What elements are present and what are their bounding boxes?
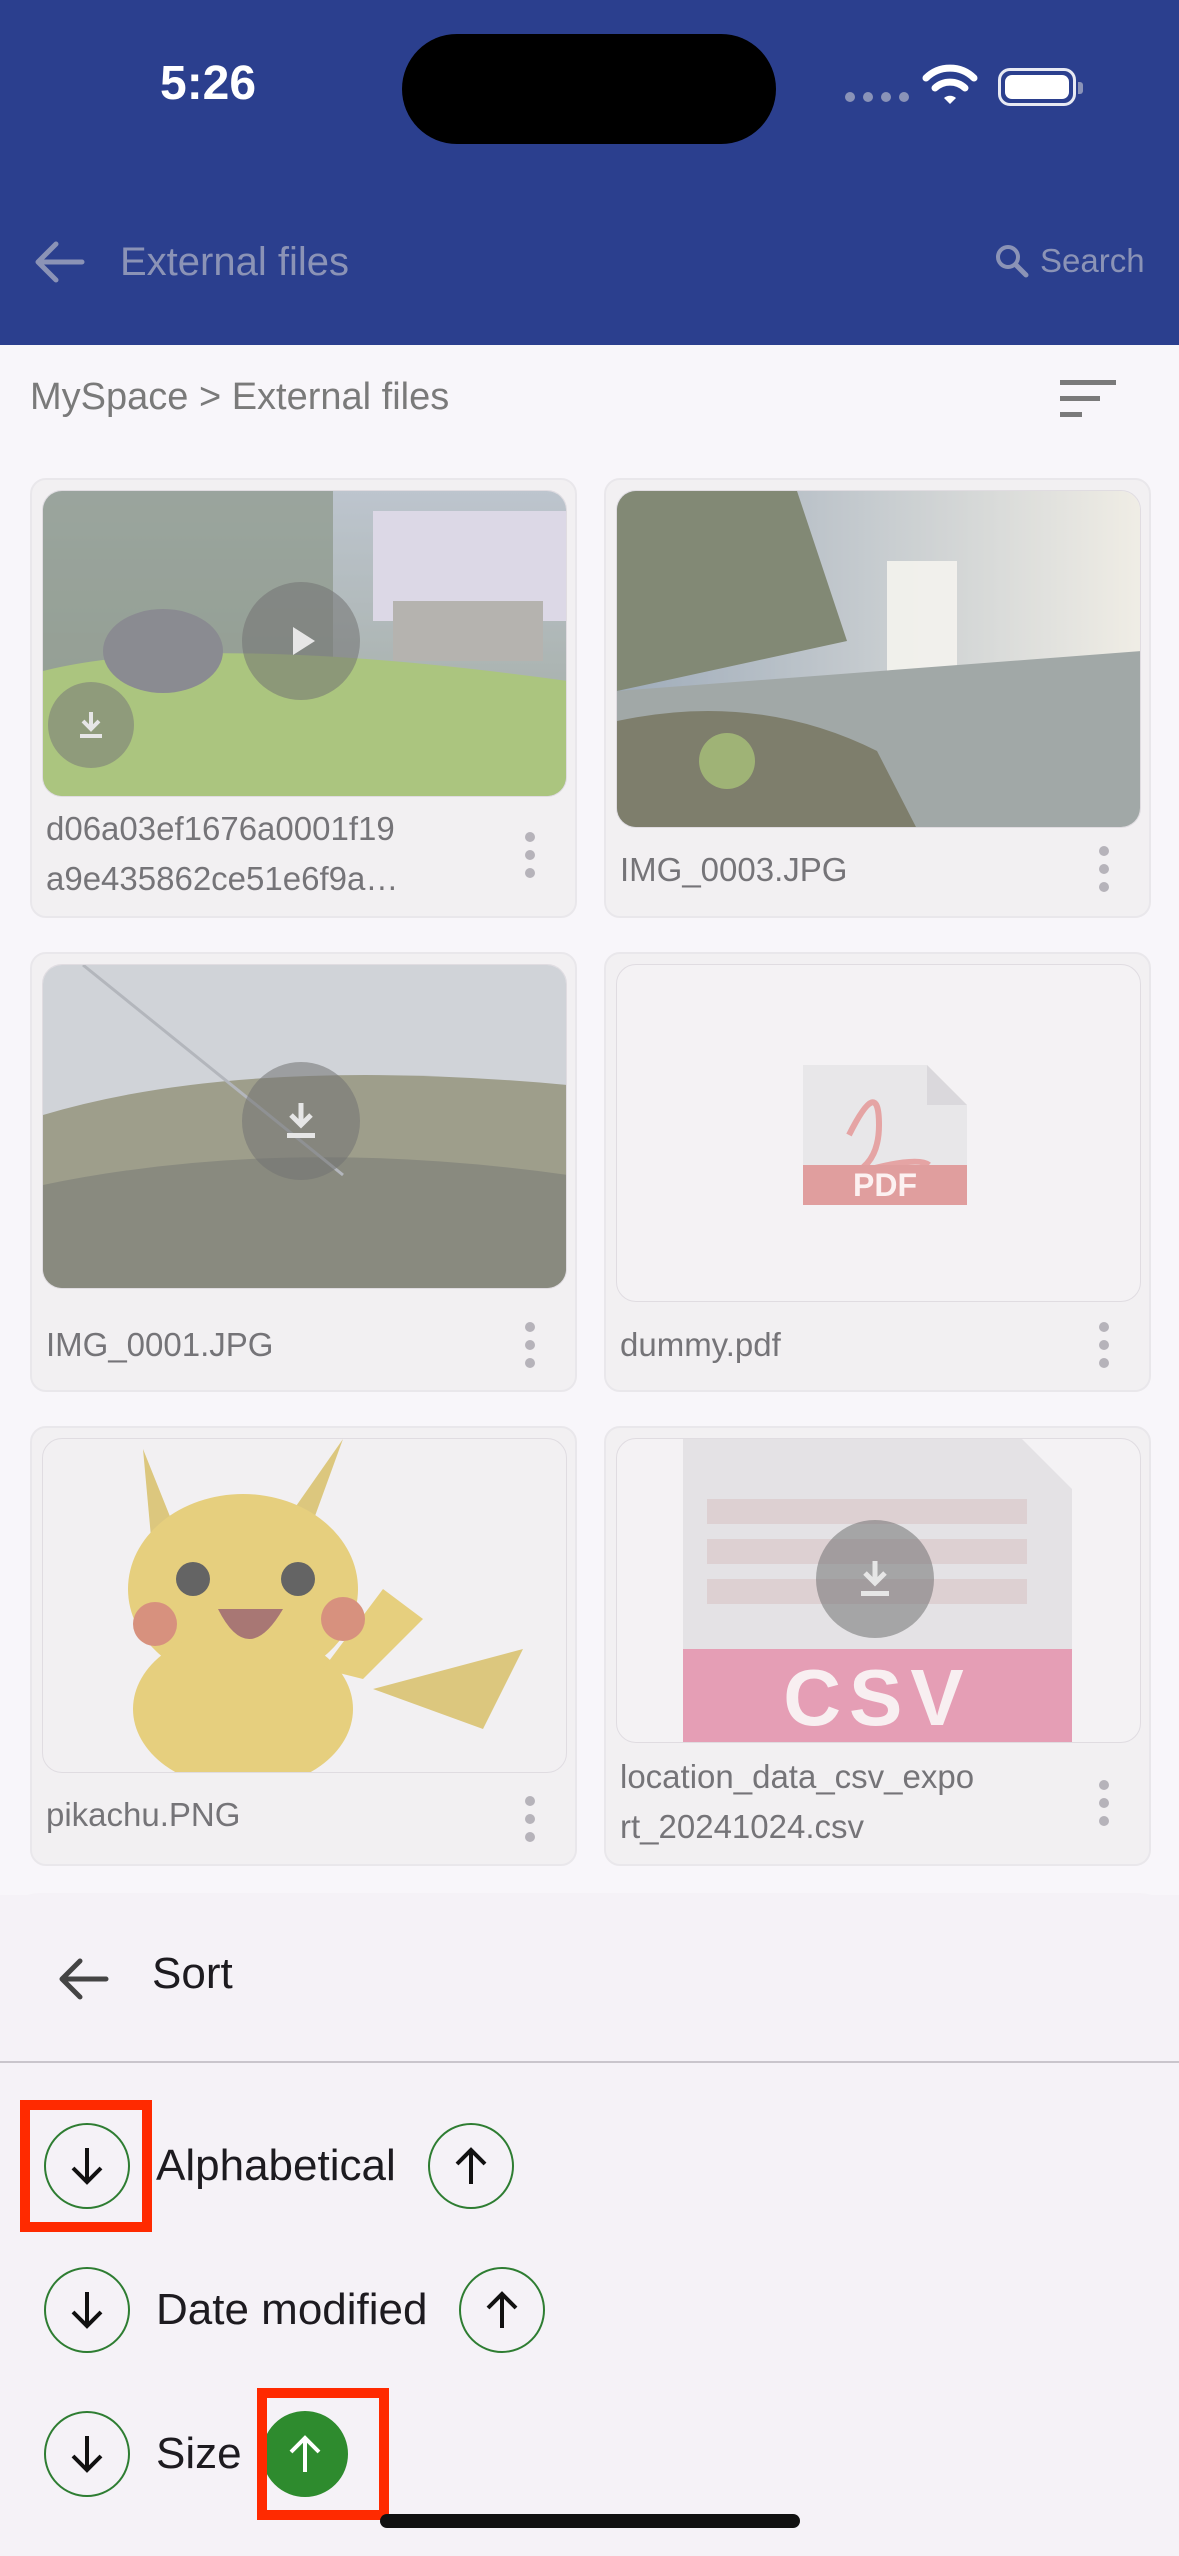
- battery-icon: [998, 68, 1083, 106]
- download-button[interactable]: [816, 1520, 934, 1638]
- more-options-icon[interactable]: [1099, 846, 1109, 892]
- divider: [0, 2061, 1179, 2063]
- sort-icon[interactable]: [1058, 378, 1118, 422]
- more-options-icon[interactable]: [1099, 1322, 1109, 1368]
- file-card[interactable]: CSV location_data_csv_expo rt_20241024.c…: [604, 1426, 1151, 1866]
- sort-ascending-button[interactable]: [459, 2267, 546, 2353]
- highlight-box: [20, 2100, 152, 2232]
- sort-option-label: Size: [156, 2429, 242, 2478]
- cellular-signal-icon: [845, 92, 909, 102]
- file-name: pikachu.PNG: [46, 1796, 241, 1833]
- app-bar: 5:26 External files Search: [0, 0, 1179, 345]
- pdf-badge: PDF: [853, 1167, 917, 1203]
- download-button[interactable]: [48, 682, 134, 768]
- arrow-up-icon: [487, 2291, 518, 2328]
- arrow-down-icon: [71, 2436, 103, 2473]
- highlight-box: [257, 2388, 389, 2520]
- more-options-icon[interactable]: [525, 1796, 535, 1842]
- download-icon: [80, 712, 102, 738]
- more-options-icon[interactable]: [1099, 1780, 1109, 1826]
- file-name: IMG_0003.JPG: [620, 851, 848, 888]
- search-label: Search: [1040, 242, 1145, 279]
- back-arrow-icon[interactable]: [56, 1951, 112, 2007]
- play-icon: [293, 627, 315, 655]
- more-options-icon[interactable]: [525, 1322, 535, 1368]
- sort-option-date-modified: Date modified: [44, 2267, 546, 2353]
- dynamic-island: [402, 34, 776, 144]
- file-card[interactable]: IMG_0003.JPG: [604, 478, 1151, 918]
- breadcrumb[interactable]: MySpace > External files: [30, 376, 449, 419]
- file-card[interactable]: PDF dummy.pdf: [604, 952, 1151, 1392]
- status-time: 5:26: [160, 57, 257, 110]
- image-thumbnail: [616, 490, 1141, 828]
- page-title: External files: [120, 240, 349, 284]
- download-icon: [287, 1103, 315, 1138]
- pdf-icon: [803, 1065, 967, 1205]
- arrow-down-icon: [71, 2292, 103, 2329]
- csv-badge: CSV: [783, 1653, 972, 1742]
- sort-descending-button[interactable]: [44, 2267, 130, 2353]
- download-button[interactable]: [242, 1062, 360, 1180]
- search-icon: [996, 245, 1029, 278]
- file-name: location_data_csv_expo rt_20241024.csv: [620, 1758, 975, 1845]
- file-name: d06a03ef1676a0001f19 a9e435862ce51e6f9a…: [46, 810, 399, 897]
- file-card[interactable]: IMG_0001.JPG: [30, 952, 577, 1392]
- back-arrow-icon[interactable]: [30, 232, 90, 292]
- sort-bottom-sheet: Sort Alphabetical Date modified Size: [0, 1893, 1179, 2556]
- arrow-up-icon: [455, 2147, 487, 2184]
- file-card[interactable]: d06a03ef1676a0001f19 a9e435862ce51e6f9a…: [30, 478, 577, 918]
- more-options-icon[interactable]: [525, 832, 535, 878]
- sheet-title: Sort: [152, 1949, 233, 1998]
- sort-ascending-button[interactable]: [427, 2123, 514, 2209]
- play-button[interactable]: [242, 582, 360, 700]
- file-card[interactable]: pikachu.PNG: [30, 1426, 577, 1866]
- home-indicator: [380, 2514, 800, 2528]
- file-name: dummy.pdf: [620, 1326, 781, 1363]
- file-name: IMG_0001.JPG: [46, 1326, 274, 1363]
- wifi-icon: [922, 64, 978, 104]
- download-icon: [861, 1561, 889, 1596]
- sort-descending-button[interactable]: [44, 2411, 130, 2497]
- sort-option-label: Date modified: [156, 2285, 428, 2334]
- sort-option-label: Alphabetical: [156, 2141, 396, 2190]
- search-button[interactable]: Search: [994, 242, 1145, 280]
- pdf-thumbnail: PDF: [616, 964, 1141, 1302]
- image-thumbnail: [42, 1438, 567, 1773]
